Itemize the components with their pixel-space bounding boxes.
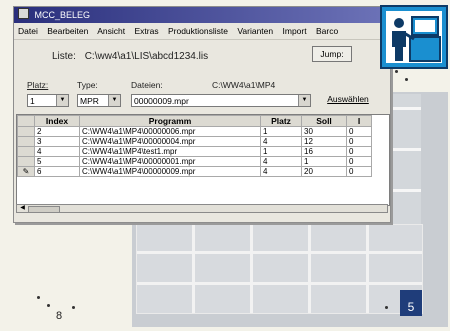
col-header-index[interactable]: Index (34, 115, 80, 127)
scroll-left-icon[interactable]: ◀ (18, 205, 27, 212)
jump-button[interactable]: Jump: (312, 46, 352, 62)
chevron-down-icon[interactable]: ▼ (56, 95, 68, 106)
type-select[interactable]: MPR ▼ (77, 94, 121, 107)
row-selector[interactable] (17, 126, 35, 137)
cell-soll[interactable]: 30 (301, 126, 347, 137)
cell-programm[interactable]: C:\WW4\a1\MP4\test1.mpr (79, 146, 261, 157)
decor-dot (37, 296, 40, 299)
type-label: Type: (77, 80, 98, 90)
menu-barco[interactable]: Barco (316, 26, 338, 36)
pencil-icon: ✎ (22, 167, 30, 176)
title-bar[interactable]: MCC_BELEG (14, 7, 390, 23)
decor-dot (405, 78, 408, 81)
row-selector[interactable] (17, 156, 35, 167)
cell-ist[interactable]: 0 (346, 156, 372, 167)
cell-platz[interactable]: 1 (260, 146, 302, 157)
cell-programm[interactable]: C:\WW4\a1\MP4\00000001.mpr (79, 156, 261, 167)
cell-ist[interactable]: 0 (346, 126, 372, 137)
decor-dot (47, 304, 50, 307)
table-row[interactable]: ✎ 6 C:\WW4\a1\MP4\00000009.mpr 4 20 0 (17, 166, 372, 177)
cell-platz[interactable]: 1 (260, 126, 302, 137)
chevron-down-icon[interactable]: ▼ (108, 95, 120, 106)
menu-produktionsliste[interactable]: Produktionsliste (168, 26, 228, 36)
table-row[interactable]: 4 C:\WW4\a1\MP4\test1.mpr 1 16 0 (17, 146, 372, 157)
menu-extras[interactable]: Extras (135, 26, 159, 36)
page-number-badge: 5 (400, 290, 422, 316)
cell-ist[interactable]: 0 (346, 136, 372, 147)
cell-ist[interactable]: 0 (346, 166, 372, 177)
decor-dot (72, 306, 75, 309)
menu-bar: Datei Bearbeiten Ansicht Extras Produkti… (14, 23, 390, 40)
cell-index[interactable]: 4 (34, 146, 80, 157)
cell-programm[interactable]: C:\WW4\a1\MP4\00000004.mpr (79, 136, 261, 147)
app-icon (18, 8, 29, 19)
page-number-left: 8 (56, 310, 63, 322)
row-selector-edit[interactable]: ✎ (17, 166, 35, 177)
cell-programm[interactable]: C:\WW4\a1\MP4\00000009.mpr (79, 166, 261, 177)
background-grid-bottom (136, 224, 423, 314)
liste-label: Liste: (52, 51, 76, 62)
table-row[interactable]: 2 C:\WW4\a1\MP4\00000006.mpr 1 30 0 (17, 126, 372, 137)
window-title: MCC_BELEG (34, 10, 91, 20)
dateien-select[interactable]: 00000009.mpr ▼ (131, 94, 311, 107)
table-header-row: Index Programm Platz Soll I (17, 115, 372, 127)
decor-dot (385, 306, 388, 309)
auswaehlen-button[interactable]: Auswählen (318, 92, 378, 107)
cell-ist[interactable]: 0 (346, 146, 372, 157)
decor-dot (395, 70, 398, 73)
cell-soll[interactable]: 20 (301, 166, 347, 177)
operator-illustration (386, 11, 442, 63)
cell-soll[interactable]: 16 (301, 146, 347, 157)
menu-varianten[interactable]: Varianten (237, 26, 273, 36)
dateien-label: Dateien: (131, 80, 163, 90)
cell-platz[interactable]: 4 (260, 136, 302, 147)
menu-import[interactable]: Import (283, 26, 307, 36)
col-header-ist[interactable]: I (346, 115, 372, 127)
cell-platz[interactable]: 4 (260, 156, 302, 167)
liste-row: Liste: C:\ww4\a1\LIS\abcd1234.lis (52, 51, 208, 62)
type-value: MPR (80, 96, 99, 106)
cell-programm[interactable]: C:\WW4\a1\MP4\00000006.mpr (79, 126, 261, 137)
operator-at-machine-icon (380, 5, 448, 69)
liste-path: C:\ww4\a1\LIS\abcd1234.lis (84, 51, 209, 62)
platz-value: 1 (30, 96, 35, 106)
row-selector[interactable] (17, 136, 35, 147)
horizontal-scrollbar[interactable]: ◀ (16, 204, 388, 213)
platz-select[interactable]: 1 ▼ (27, 94, 69, 107)
menu-bearbeiten[interactable]: Bearbeiten (47, 26, 88, 36)
auswaehlen-label: Auswählen (327, 94, 369, 104)
table-row[interactable]: 3 C:\WW4\a1\MP4\00000004.mpr 4 12 0 (17, 136, 372, 147)
cell-index[interactable]: 2 (34, 126, 80, 137)
dateien-directory: C:\WW4\a1\MP4 (212, 80, 276, 90)
cell-soll[interactable]: 1 (301, 156, 347, 167)
table-row[interactable]: 5 C:\WW4\a1\MP4\00000001.mpr 4 1 0 (17, 156, 372, 167)
scroll-thumb[interactable] (28, 206, 60, 213)
col-header-platz[interactable]: Platz (260, 115, 302, 127)
col-header-programm[interactable]: Programm (79, 115, 261, 127)
program-table: Index Programm Platz Soll I 2 C:\WW4\a1\… (16, 114, 390, 206)
menu-ansicht[interactable]: Ansicht (97, 26, 125, 36)
cell-platz[interactable]: 4 (260, 166, 302, 177)
row-header-corner (17, 115, 35, 127)
dateien-value: 00000009.mpr (134, 96, 189, 106)
col-header-soll[interactable]: Soll (301, 115, 347, 127)
menu-datei[interactable]: Datei (18, 26, 38, 36)
cell-index[interactable]: 6 (34, 166, 80, 177)
cell-index[interactable]: 3 (34, 136, 80, 147)
row-selector[interactable] (17, 146, 35, 157)
chevron-down-icon[interactable]: ▼ (298, 95, 310, 106)
platz-label: Platz: (27, 80, 49, 90)
cell-soll[interactable]: 12 (301, 136, 347, 147)
page-number-right: 5 (407, 300, 415, 314)
cell-index[interactable]: 5 (34, 156, 80, 167)
